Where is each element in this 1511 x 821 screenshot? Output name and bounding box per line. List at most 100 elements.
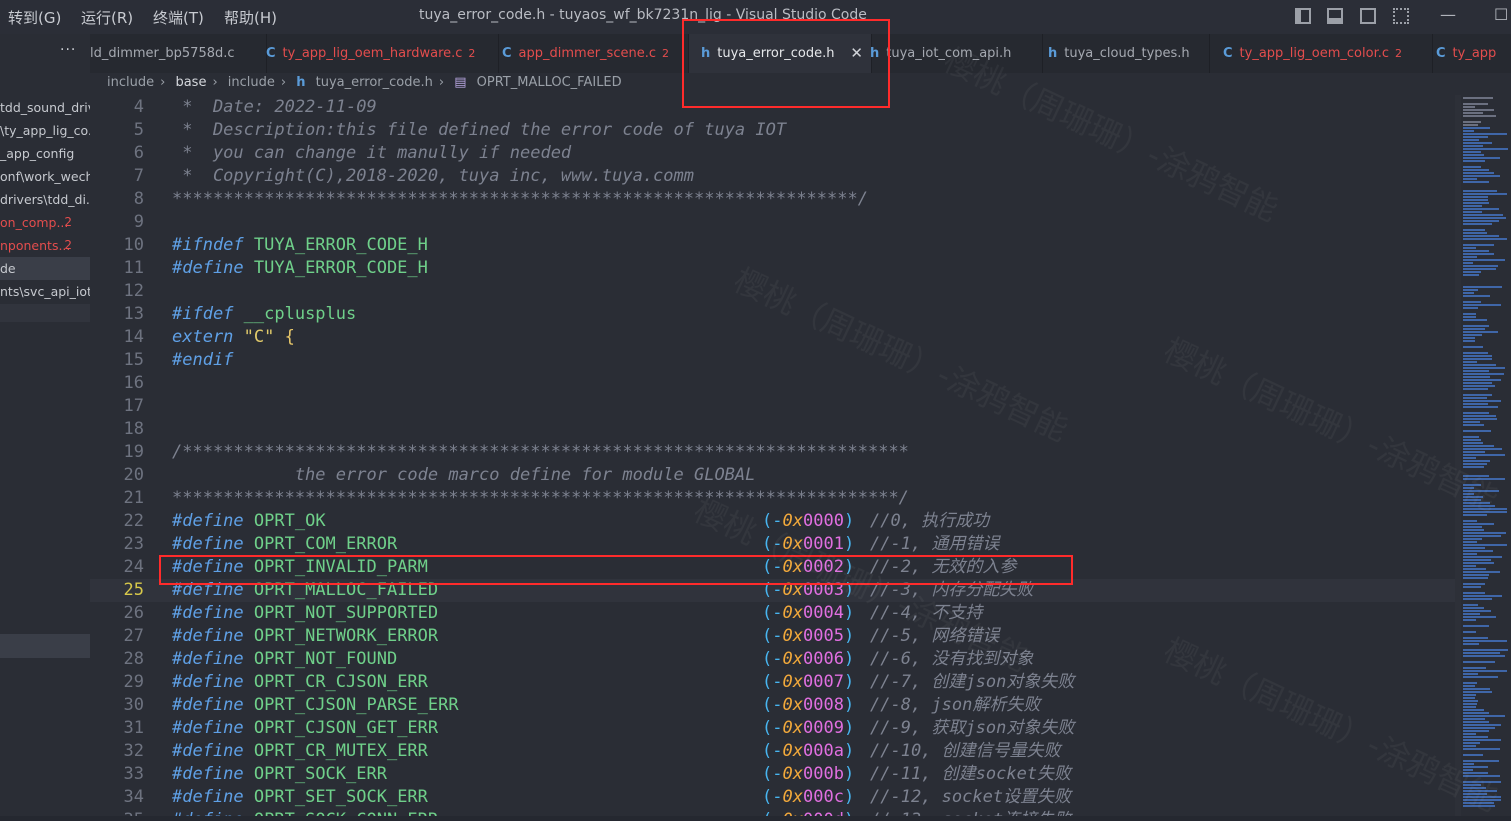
tab-hardware[interactable]: Cty_app_lig_oem_hardware.c 2 <box>256 34 499 73</box>
line-number: 13 <box>123 304 144 324</box>
error-code-value: (-0x0001) <box>762 533 854 556</box>
minimap-line <box>1463 493 1474 495</box>
breadcrumb-item[interactable]: OPRT_MALLOC_FAILED <box>477 75 622 90</box>
code-line: 13 #ifdef __cplusplus <box>90 303 1455 326</box>
line-number: 23 <box>123 534 144 554</box>
tab-dimmer-bp5758d[interactable]: ld_dimmer_bp5758d.c <box>90 34 267 73</box>
code-text: * Copyright(C),2018-2020, tuya inc, www.… <box>172 165 694 188</box>
line-number: 24 <box>123 557 144 577</box>
define-statement: #define OPRT_SET_SOCK_ERR <box>172 786 428 809</box>
minimap-line <box>1463 235 1499 237</box>
minimap-line <box>1463 604 1478 606</box>
minimap[interactable] <box>1461 95 1511 816</box>
tab-dimmer-scene[interactable]: Capp_dimmer_scene.c 2 <box>489 34 689 73</box>
menu-goto[interactable]: 转到(G) <box>8 7 61 28</box>
breadcrumb-item[interactable]: base <box>175 75 206 90</box>
open-editor-label: _app_config <box>0 146 75 161</box>
hex-digits: 0009 <box>802 718 844 738</box>
open-editor-item[interactable]: nts\svc_api_iot... <box>0 280 90 303</box>
minimize-icon[interactable]: — <box>1440 5 1456 24</box>
code-line: 18 <box>90 418 1455 441</box>
code-line: 22 #define OPRT_OK (-0x0000) //0, 执行成功 <box>90 510 1455 533</box>
minimap-line <box>1463 394 1492 396</box>
open-editor-item[interactable]: on_comp... 2 <box>0 211 90 234</box>
code-line: 15 #endif <box>90 349 1455 372</box>
minimap-line <box>1463 712 1489 714</box>
minimap-line <box>1463 523 1494 525</box>
toggle-panel-icon[interactable] <box>1327 8 1343 24</box>
define-keyword: #define <box>172 718 244 738</box>
hex-digits: 000c <box>802 787 844 807</box>
code-editor[interactable]: 4 * Date: 2022-11-09 5 * Description:this… <box>90 95 1455 816</box>
breadcrumb-item[interactable]: include <box>228 75 275 90</box>
tab-iot-com-api[interactable]: h tuya_iot_com_api.h <box>860 34 1043 73</box>
error-code-name: OPRT_CR_MUTEX_ERR <box>253 741 428 761</box>
open-editor-item[interactable]: \ty_app_lig_co... <box>0 119 90 142</box>
problem-count-badge: 2 <box>64 215 72 229</box>
line-number: 30 <box>123 695 144 715</box>
toggle-sidebar-icon[interactable] <box>1295 8 1311 24</box>
minimap-line <box>1463 274 1479 276</box>
minus-sign: - <box>772 511 783 531</box>
open-editor-item[interactable]: nponents... 2 <box>0 234 90 257</box>
minimap-line <box>1463 340 1475 342</box>
paren: ( <box>762 764 773 784</box>
minus-sign: - <box>772 626 783 646</box>
error-code-comment: //-9, 获取json对象失败 <box>870 718 1075 738</box>
open-editor-item[interactable]: onf\work_wech... <box>0 165 90 188</box>
open-editor-item[interactable]: drivers\tdd_di... <box>0 188 90 211</box>
minimap-line <box>1463 736 1488 738</box>
open-editor-item-active[interactable]: de <box>0 257 90 280</box>
breadcrumb-item[interactable]: include <box>107 75 154 90</box>
paren: ) <box>843 626 855 646</box>
breadcrumb-item[interactable]: tuya_error_code.h <box>316 75 433 90</box>
hex-prefix: 0x <box>782 557 803 577</box>
error-code-comment: //-3, 内存分配失败 <box>870 580 1034 600</box>
paren: ( <box>762 695 773 715</box>
tab-oem-color[interactable]: Cty_app_lig_oem_color.c 2 <box>1210 34 1433 73</box>
tab-tuya-error-code[interactable]: h tuya_error_code.h ✕ <box>689 34 872 73</box>
more-actions-icon[interactable]: ··· <box>60 42 76 58</box>
minimap-line <box>1463 505 1495 507</box>
minus-sign: - <box>772 603 783 623</box>
error-code-value: (-0x0005) <box>762 625 854 648</box>
menu-help[interactable]: 帮助(H) <box>224 7 277 28</box>
error-code-name: OPRT_INVALID_PARM <box>253 557 428 577</box>
tab-cloud-types[interactable]: h tuya_cloud_types.h <box>1033 34 1210 73</box>
minimap-line <box>1463 295 1490 297</box>
minus-sign: - <box>772 787 783 807</box>
menu-run[interactable]: 运行(R) <box>81 7 133 28</box>
minimap-line <box>1463 373 1504 375</box>
tab-label: tuya_cloud_types.h <box>1064 46 1190 61</box>
minimap-line <box>1463 385 1495 387</box>
hex-digits: 0003 <box>802 580 844 600</box>
tab-ty-app[interactable]: Cty_app <box>1423 34 1511 73</box>
define-statement: #define OPRT_CR_MUTEX_ERR <box>172 740 428 763</box>
paren: ) <box>843 534 855 554</box>
line-number: 20 <box>123 465 144 485</box>
minimap-line <box>1463 520 1477 522</box>
menu-terminal[interactable]: 终端(T) <box>153 7 204 28</box>
error-code-value: (-0x000c) <box>762 786 854 809</box>
open-editor-item[interactable]: _app_config <box>0 142 90 165</box>
minimap-line <box>1463 571 1500 573</box>
minimap-line <box>1463 643 1479 645</box>
tab-bar: ld_dimmer_bp5758d.c Cty_app_lig_oem_hard… <box>90 34 1511 73</box>
minus-sign: - <box>772 672 783 692</box>
error-code-value: (-0x0009) <box>762 717 854 740</box>
error-code-value: (-0x0006) <box>762 648 854 671</box>
minimap-line <box>1463 526 1482 528</box>
minimap-line <box>1463 703 1477 705</box>
code-line: 29 #define OPRT_CR_CJSON_ERR (-0x0007) //-7… <box>90 671 1455 694</box>
open-editor-item[interactable]: tdd_sound_driv... <box>0 96 90 119</box>
minimap-line <box>1463 325 1489 327</box>
comment: * Description:this file defined the erro… <box>172 120 787 140</box>
toggle-secondary-sidebar-icon[interactable] <box>1360 8 1376 24</box>
maximize-icon[interactable]: ☐ <box>1494 5 1508 24</box>
minimap-line <box>1463 154 1484 156</box>
minimap-line <box>1463 397 1487 399</box>
paren: ) <box>843 787 855 807</box>
minimap-line <box>1463 685 1475 687</box>
minimap-line <box>1463 136 1488 138</box>
customize-layout-icon[interactable] <box>1393 8 1409 24</box>
